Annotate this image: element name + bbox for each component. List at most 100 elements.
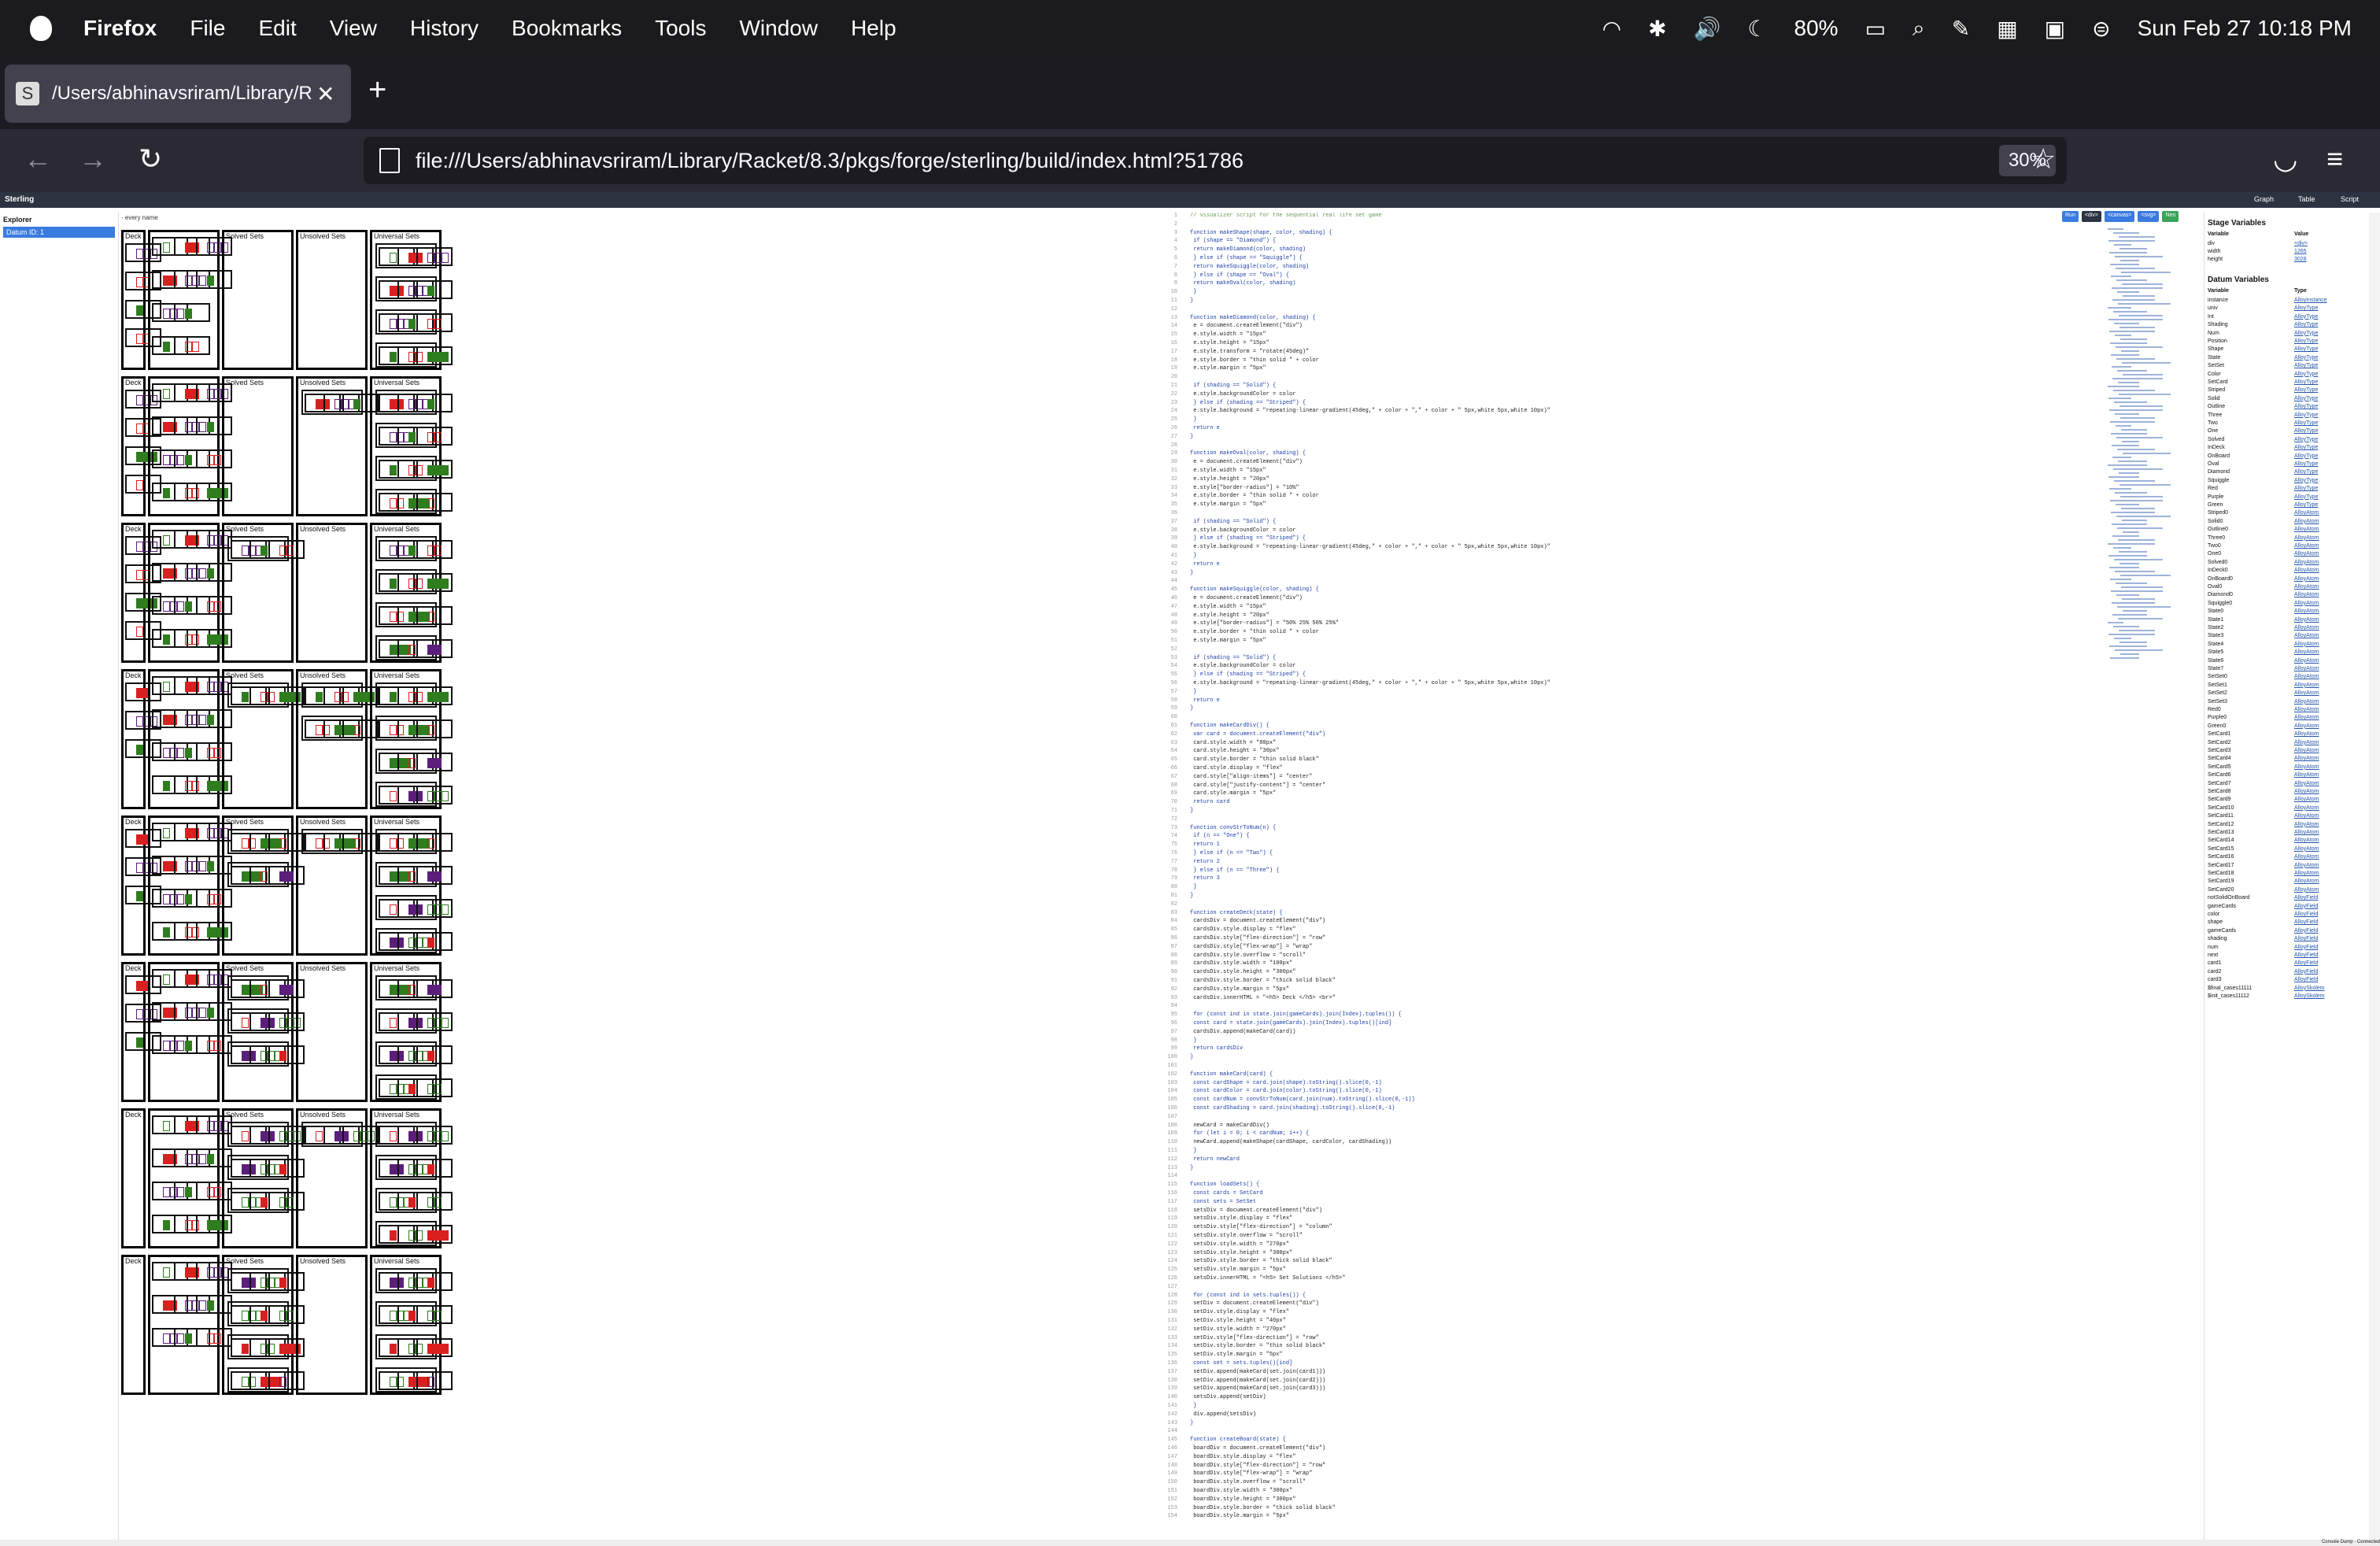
- canvas-toggle[interactable]: <canvas>: [2104, 211, 2135, 222]
- var-type-link[interactable]: AlloyAtom: [2294, 764, 2319, 770]
- var-type-link[interactable]: AlloyAtom: [2294, 887, 2319, 893]
- var-type-link[interactable]: AlloyAtom: [2294, 731, 2319, 737]
- bookmark-star-icon[interactable]: ☆: [2031, 143, 2056, 175]
- var-type-link[interactable]: AlloyField: [2294, 904, 2318, 909]
- new-tab-plus-icon[interactable]: +: [368, 74, 386, 105]
- var-type-link[interactable]: AlloyAtom: [2294, 592, 2319, 597]
- var-type-link[interactable]: AlloyType: [2294, 331, 2318, 336]
- deck-panel[interactable]: Deck: [121, 1108, 146, 1248]
- var-type-link[interactable]: AlloyAtom: [2294, 805, 2319, 811]
- var-type-link[interactable]: AlloyField: [2294, 960, 2318, 966]
- var-type-link[interactable]: AlloyAtom: [2294, 846, 2319, 852]
- var-type-link[interactable]: AlloyAtom: [2294, 674, 2319, 679]
- wifi-icon[interactable]: ◠: [1602, 16, 1621, 42]
- var-type-link[interactable]: AlloyAtom: [2294, 543, 2319, 549]
- menu-window[interactable]: Window: [739, 16, 818, 41]
- var-type-link[interactable]: AlloyAtom: [2294, 878, 2319, 884]
- board-panel[interactable]: [148, 1255, 232, 1395]
- svg-toggle[interactable]: <svg>: [2138, 211, 2160, 222]
- unsolved-sets-panel[interactable]: Unsolved Sets: [296, 669, 379, 809]
- var-type-link[interactable]: AlloyField: [2294, 928, 2318, 934]
- var-type-link[interactable]: AlloyAtom: [2294, 863, 2319, 868]
- var-type-link[interactable]: AlloyType: [2294, 355, 2318, 361]
- var-value[interactable]: 1265: [2294, 249, 2307, 254]
- var-type-link[interactable]: AlloyAtom: [2294, 519, 2319, 524]
- var-type-link[interactable]: AlloyType: [2294, 338, 2318, 344]
- tab-title[interactable]: /Users/abhinavsriram/Library/Ra: [52, 83, 312, 105]
- var-type-link[interactable]: AlloyAtom: [2294, 781, 2319, 786]
- var-type-link[interactable]: AlloyAtom: [2294, 871, 2319, 876]
- var-value[interactable]: <div>: [2294, 241, 2308, 246]
- div-toggle[interactable]: <div>: [2081, 211, 2101, 222]
- moon-icon[interactable]: ☾: [1747, 16, 1767, 42]
- board-panel[interactable]: [148, 669, 232, 809]
- apple-icon[interactable]: [30, 16, 52, 41]
- var-type-link[interactable]: AlloyAtom: [2294, 822, 2319, 827]
- view-table-button[interactable]: Table: [2298, 195, 2315, 203]
- var-type-link[interactable]: AlloyAtom: [2294, 715, 2319, 720]
- board-panel[interactable]: [148, 962, 232, 1102]
- var-type-link[interactable]: AlloyAtom: [2294, 682, 2319, 688]
- var-type-link[interactable]: AlloyAtom: [2294, 699, 2319, 705]
- forward-arrow-icon[interactable]: →: [79, 143, 107, 175]
- hamburger-menu-icon[interactable]: ≡: [2326, 143, 2343, 175]
- unsolved-sets-panel[interactable]: Unsolved Sets: [296, 1255, 368, 1395]
- universal-sets-panel[interactable]: Universal Sets: [370, 962, 453, 1102]
- universal-sets-panel[interactable]: Universal Sets: [370, 669, 453, 809]
- var-type-link[interactable]: AlloyType: [2294, 305, 2318, 311]
- deck-panel[interactable]: Deck: [121, 1255, 146, 1395]
- unsolved-sets-panel[interactable]: Unsolved Sets: [296, 962, 368, 1102]
- run-button[interactable]: Run: [2062, 211, 2079, 222]
- menu-help[interactable]: Help: [851, 16, 896, 41]
- var-type-link[interactable]: AlloyField: [2294, 969, 2318, 975]
- var-type-link[interactable]: AlloyAtom: [2294, 535, 2319, 541]
- view-script-button[interactable]: Script: [2341, 195, 2359, 203]
- var-type-link[interactable]: AlloyAtom: [2294, 568, 2319, 573]
- deck-panel[interactable]: Deck: [121, 669, 161, 809]
- var-type-link[interactable]: AlloyAtom: [2294, 707, 2319, 712]
- var-type-link[interactable]: AlloyAtom: [2294, 789, 2319, 794]
- var-type-link[interactable]: AlloyType: [2294, 478, 2318, 483]
- spotlight-search-icon[interactable]: ⌕: [1913, 16, 1925, 42]
- board-panel[interactable]: [148, 523, 232, 663]
- var-type-link[interactable]: AlloyAtom: [2294, 649, 2319, 655]
- var-type-link[interactable]: AlloyAtom: [2294, 772, 2319, 778]
- universal-sets-panel[interactable]: Universal Sets: [370, 376, 453, 516]
- tab-close-icon[interactable]: ✕: [316, 81, 334, 107]
- app-extension-icon[interactable]: ▣: [2045, 16, 2065, 42]
- menu-edit[interactable]: Edit: [258, 16, 296, 41]
- solved-sets-panel[interactable]: Solved Sets: [222, 230, 294, 370]
- var-type-link[interactable]: AlloyType: [2294, 322, 2318, 327]
- var-type-link[interactable]: AlloyAtom: [2294, 666, 2319, 671]
- script-editor[interactable]: 1 // visualizer script for the sequential…: [1163, 213, 2202, 1543]
- var-type-link[interactable]: AlloyAtom: [2294, 601, 2319, 606]
- var-type-link[interactable]: AlloyAtom: [2294, 560, 2319, 565]
- var-type-link[interactable]: AlloyType: [2294, 437, 2318, 442]
- url-bar[interactable]: file:///Users/abhinavsriram/Library/Rack…: [364, 137, 2067, 184]
- var-type-link[interactable]: AlloyAtom: [2294, 527, 2319, 532]
- var-type-link[interactable]: AlloyAtom: [2294, 690, 2319, 696]
- var-type-link[interactable]: AlloyField: [2294, 895, 2318, 901]
- var-type-link[interactable]: AlloyAtom: [2294, 748, 2319, 753]
- unsolved-sets-panel[interactable]: Unsolved Sets: [296, 523, 368, 663]
- unsolved-sets-panel[interactable]: Unsolved Sets: [296, 230, 368, 370]
- code-minimap[interactable]: [2106, 228, 2185, 669]
- var-type-link[interactable]: AlloyAtom: [2294, 740, 2319, 745]
- var-type-link[interactable]: AlloyType: [2294, 396, 2318, 401]
- var-type-link[interactable]: AlloyAtom: [2294, 625, 2319, 631]
- solved-sets-panel[interactable]: Solved Sets: [222, 523, 305, 663]
- right-drawer-rail[interactable]: [2369, 213, 2380, 1543]
- var-type-link[interactable]: AlloyField: [2294, 952, 2318, 958]
- board-panel[interactable]: [148, 816, 232, 956]
- reload-icon[interactable]: ↻: [139, 143, 162, 175]
- var-type-link[interactable]: AlloyField: [2294, 912, 2318, 917]
- window-layout-icon[interactable]: ▦: [1997, 16, 2017, 42]
- menu-view[interactable]: View: [330, 16, 377, 41]
- var-type-link[interactable]: AlloyAtom: [2294, 584, 2319, 590]
- bluetooth-icon[interactable]: ✱: [1648, 16, 1666, 42]
- var-type-link[interactable]: AlloySkolem: [2294, 993, 2325, 999]
- menu-history[interactable]: History: [410, 16, 479, 41]
- menu-app-name[interactable]: Firefox: [83, 16, 157, 41]
- var-type-link[interactable]: AlloyType: [2294, 363, 2318, 368]
- deck-panel[interactable]: Deck: [121, 523, 161, 663]
